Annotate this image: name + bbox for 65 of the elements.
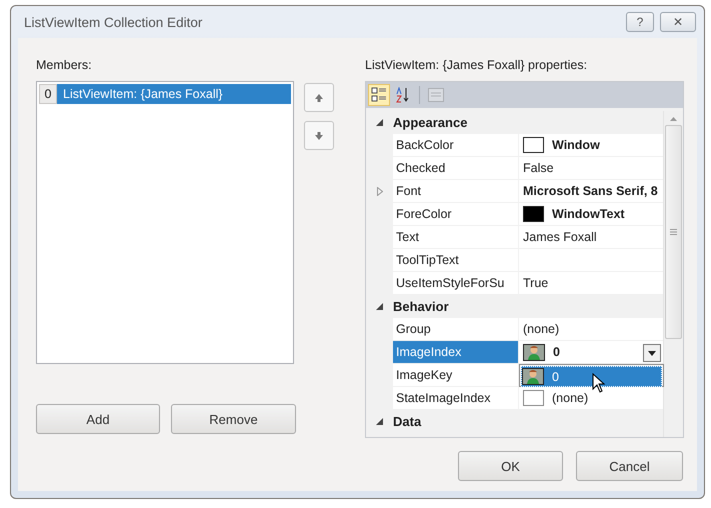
property-value: Window (552, 138, 600, 152)
dropdown-button[interactable] (643, 344, 661, 362)
image-thumbnail-icon (523, 344, 545, 360)
value-cell[interactable]: (none) (519, 318, 663, 341)
categorized-icon (371, 87, 387, 103)
members-label: Members: (36, 58, 93, 72)
empty-image-swatch (523, 390, 544, 406)
categorized-button[interactable] (368, 84, 390, 106)
property-value: (none) (552, 391, 588, 405)
image-thumbnail-icon (522, 368, 544, 385)
properties-label: ListViewItem: {James Foxall} properties: (365, 58, 588, 72)
grip-icon (670, 229, 677, 235)
vertical-scrollbar[interactable] (663, 111, 683, 437)
mouse-pointer-icon (592, 373, 606, 393)
scroll-up-arrow-icon[interactable] (670, 117, 677, 121)
value-cell[interactable] (519, 249, 663, 272)
property-name[interactable]: Font (393, 180, 518, 203)
window-title: ListViewItem Collection Editor (24, 14, 204, 30)
property-name[interactable]: Text (393, 226, 518, 249)
item-index: 0 (39, 84, 57, 104)
property-name[interactable]: ImageIndex (393, 341, 518, 364)
property-pages-icon (428, 88, 444, 102)
value-cell[interactable]: (none) (519, 387, 663, 410)
sort-alphabetical-icon (395, 87, 411, 103)
close-button[interactable]: ✕ (660, 12, 696, 32)
help-button[interactable]: ? (626, 12, 654, 32)
value-cell[interactable]: James Foxall (519, 226, 663, 249)
move-up-button[interactable] (304, 83, 334, 112)
caret-icon (648, 350, 656, 356)
arrow-up-icon (314, 92, 324, 102)
value-cell[interactable]: True (519, 272, 663, 295)
category-header: Behavior (393, 298, 449, 316)
collapse-arrow-icon[interactable] (376, 303, 383, 310)
collapse-arrow-icon[interactable] (376, 418, 383, 425)
list-item[interactable]: 0 ListViewItem: {James Foxall} (39, 84, 291, 104)
category-header: Data (393, 413, 422, 431)
expand-arrow-icon[interactable] (376, 187, 382, 196)
dialog-button[interactable]: Cancel (576, 451, 683, 481)
dropdown-option[interactable]: 0 (521, 366, 662, 387)
property-value: James Foxall (523, 230, 597, 244)
property-value: (none) (523, 322, 560, 336)
property-name[interactable]: ToolTipText (393, 249, 518, 272)
property-value: 0 (553, 345, 560, 359)
collapse-arrow-icon[interactable] (376, 119, 383, 126)
property-name[interactable]: ForeColor (393, 203, 518, 226)
property-name[interactable]: Group (393, 318, 518, 341)
value-cell[interactable]: WindowText (519, 203, 663, 226)
property-name[interactable]: Checked (393, 157, 518, 180)
property-value: False (523, 161, 554, 175)
property-value: True (523, 276, 548, 290)
arrow-down-icon (314, 130, 324, 140)
value-cell[interactable]: Microsoft Sans Serif, 8 (519, 180, 663, 203)
property-name[interactable]: StateImageIndex (393, 387, 518, 410)
add-button[interactable]: Add (36, 404, 160, 434)
property-value: Microsoft Sans Serif, 8 (523, 184, 658, 198)
value-cell[interactable]: Window (519, 134, 663, 157)
value-cell[interactable]: False (519, 157, 663, 180)
category-header: Appearance (393, 114, 468, 132)
property-value: WindowText (552, 207, 625, 221)
move-down-button[interactable] (304, 121, 334, 150)
property-name[interactable]: ImageKey (393, 364, 518, 387)
remove-button[interactable]: Remove (171, 404, 296, 434)
property-name[interactable]: BackColor (393, 134, 518, 157)
property-name[interactable]: UseItemStyleForSu (393, 272, 518, 295)
dialog-button[interactable]: OK (458, 451, 563, 481)
